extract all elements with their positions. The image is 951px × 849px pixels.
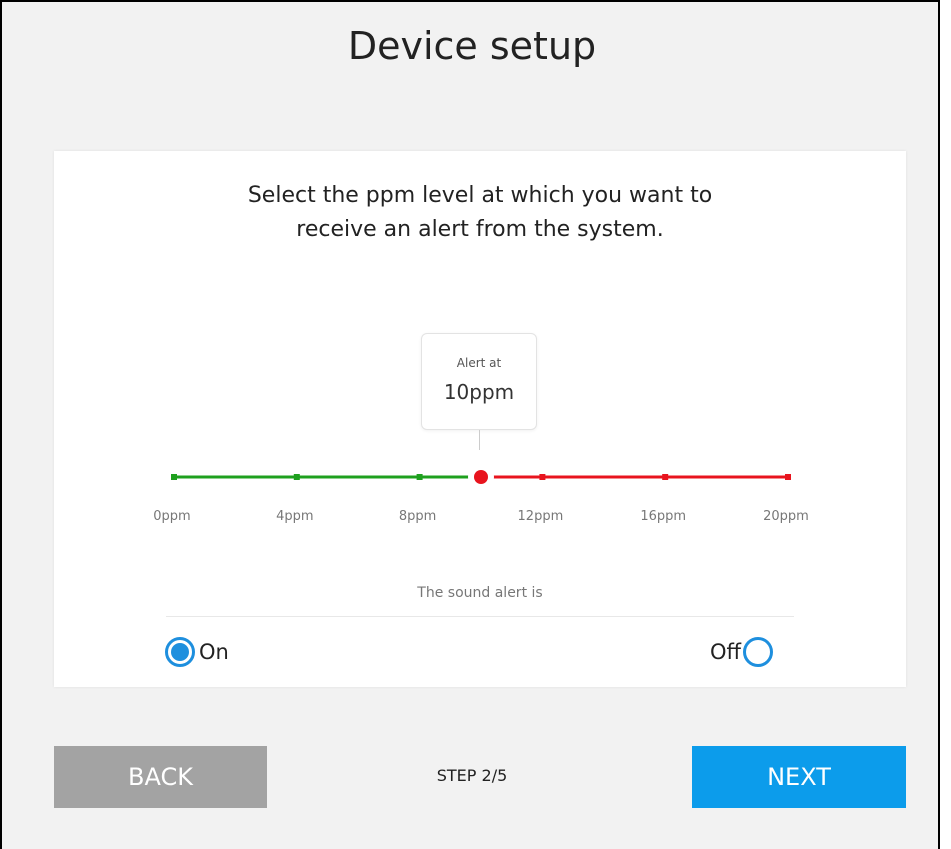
sound-off-option[interactable]: Off (710, 635, 773, 669)
alert-settings-card: Select the ppm level at which you want t… (54, 151, 906, 687)
tick-label: 16ppm (640, 509, 687, 524)
setup-window: Device setup Select the ppm level at whi… (0, 0, 940, 849)
next-button[interactable]: NEXT (692, 746, 906, 808)
question-line-1: Select the ppm level at which you want t… (247, 183, 713, 208)
ppm-tick-labels: 0ppm 4ppm 8ppm 12ppm 16ppm 20ppm (54, 509, 906, 529)
sound-on-radio[interactable] (165, 637, 195, 667)
tick-label: 12ppm (517, 509, 564, 524)
tick-label: 8ppm (398, 509, 437, 524)
page-title: Device setup (347, 24, 597, 68)
back-button[interactable]: BACK (54, 746, 267, 808)
question-text: Select the ppm level at which you want t… (54, 179, 906, 247)
ppm-slider-track[interactable] (171, 461, 791, 491)
alert-value: 10ppm (443, 380, 515, 404)
sound-off-label: Off (710, 640, 741, 664)
sound-off-radio[interactable] (743, 637, 773, 667)
question-line-2: receive an alert from the system. (296, 217, 664, 242)
alert-at-label: Alert at (456, 356, 502, 370)
step-indicator: STEP 2/5 (436, 766, 508, 785)
tick-label: 4ppm (276, 509, 314, 524)
sound-alert-caption: The sound alert is (417, 585, 543, 601)
tick-label: 20ppm (763, 509, 809, 524)
sound-on-option[interactable]: On (165, 635, 229, 669)
tick-label: 0ppm (153, 509, 191, 524)
alert-value-bubble: Alert at 10ppm (421, 333, 537, 430)
divider (166, 616, 794, 617)
bubble-pointer (479, 430, 480, 450)
radio-selected-dot (171, 643, 189, 661)
sound-on-label: On (199, 640, 229, 664)
